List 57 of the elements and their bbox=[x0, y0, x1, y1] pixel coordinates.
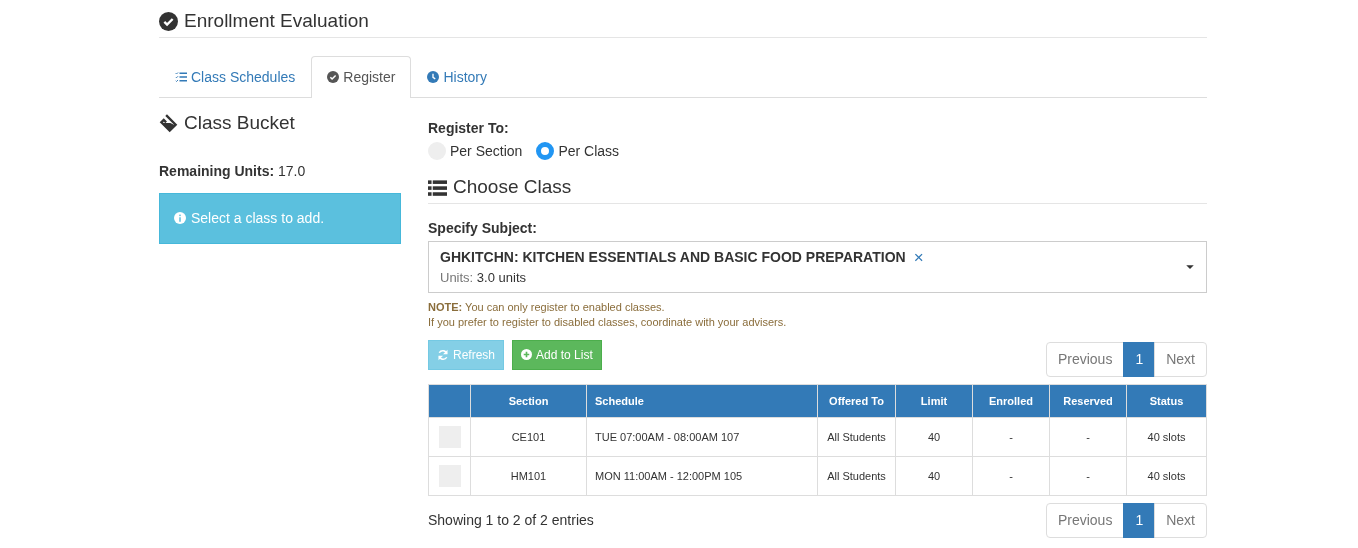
column-header: Offered To bbox=[817, 384, 896, 418]
column-header: Section bbox=[470, 384, 587, 418]
table-cell: - bbox=[1049, 456, 1127, 496]
table-cell: - bbox=[972, 456, 1050, 496]
remaining-units: Remaining Units: 17.0 bbox=[159, 161, 306, 181]
pagination-button[interactable]: 1 bbox=[1123, 503, 1156, 539]
clear-button[interactable]: × bbox=[913, 248, 924, 266]
radio-label[interactable]: Per Class bbox=[558, 140, 620, 162]
check-circle-icon bbox=[327, 71, 340, 84]
field-label: Register To: bbox=[428, 118, 510, 138]
check-circle-icon bbox=[159, 11, 178, 31]
tab[interactable]: History bbox=[411, 55, 503, 98]
subject-select[interactable]: GHKITCHN: KITCHEN ESSENTIALS AND BASIC FOOD PREPARATION × Units: 3.0 units bbox=[428, 240, 1207, 294]
column-header: Schedule bbox=[586, 384, 818, 418]
pagination-button[interactable]: Previous bbox=[1045, 341, 1125, 377]
table-cell: CE101 bbox=[470, 417, 587, 457]
plus-circle-icon bbox=[521, 349, 533, 361]
note-text: NOTE: You can only register to enabled classes. bbox=[428, 300, 665, 316]
info-icon bbox=[174, 212, 186, 225]
list-check-icon bbox=[175, 71, 187, 84]
pagination-button[interactable]: Next bbox=[1154, 503, 1207, 539]
refresh-icon bbox=[437, 348, 449, 361]
table-cell: TUE 07:00AM - 08:00AM 107 bbox=[586, 417, 818, 457]
units-text: Units: 3.0 units bbox=[440, 268, 526, 287]
pagination-button[interactable]: 1 bbox=[1123, 341, 1156, 377]
table-cell: 40 bbox=[895, 417, 973, 457]
table-cell: All Students bbox=[817, 417, 896, 457]
selected-subject: GHKITCHN: KITCHEN ESSENTIALS AND BASIC FOOD PREPARATION bbox=[440, 247, 906, 267]
table-cell: 40 slots bbox=[1126, 417, 1207, 457]
list-icon bbox=[428, 177, 447, 197]
page-title: Enrollment Evaluation bbox=[184, 10, 369, 33]
add-button[interactable]: Add to List bbox=[512, 339, 602, 370]
paint-bucket-icon bbox=[159, 113, 178, 133]
table-cell: - bbox=[972, 417, 1050, 457]
clock-icon bbox=[427, 71, 440, 84]
table-cell: 40 slots bbox=[1126, 456, 1207, 496]
table-cell: All Students bbox=[817, 456, 896, 496]
entries-info: Showing 1 to 2 of 2 entries bbox=[428, 511, 594, 531]
info-text: Select a class to add. bbox=[191, 208, 325, 228]
note-text: If you prefer to register to disabled classes, coordinate with your advisers. bbox=[428, 315, 787, 331]
tab[interactable]: Register bbox=[311, 55, 412, 98]
table-cell: MON 11:00AM - 12:00PM 105 bbox=[586, 456, 818, 496]
column-header: Limit bbox=[895, 384, 973, 418]
column-header: Status bbox=[1126, 384, 1207, 418]
section-title: Choose Class bbox=[453, 175, 572, 199]
table-cell: HM101 bbox=[470, 456, 587, 496]
column-header: Reserved bbox=[1049, 384, 1127, 418]
tab[interactable]: Class Schedules bbox=[159, 55, 312, 98]
table-cell: - bbox=[1049, 417, 1127, 457]
radio-label[interactable]: Per Section bbox=[450, 140, 523, 162]
table-cell: 40 bbox=[895, 456, 973, 496]
radio-button[interactable] bbox=[536, 142, 555, 161]
pagination-button[interactable]: Previous bbox=[1045, 503, 1125, 539]
section-title: Class Bucket bbox=[184, 111, 295, 135]
field-label: Specify Subject: bbox=[428, 218, 538, 238]
column-header: Enrolled bbox=[972, 384, 1050, 418]
pagination-button[interactable]: Next bbox=[1154, 341, 1207, 377]
